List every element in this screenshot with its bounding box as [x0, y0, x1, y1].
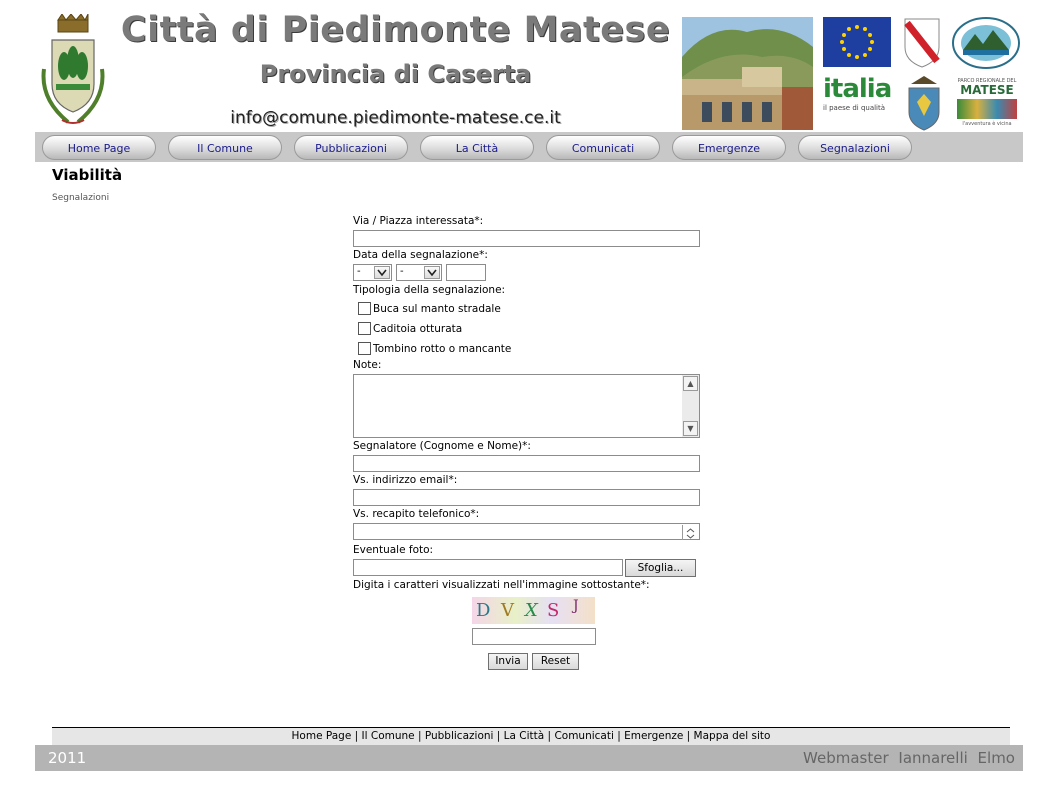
chevron-down-icon — [424, 266, 440, 279]
type-checkbox-tombino[interactable] — [358, 342, 371, 355]
contact-email[interactable]: info@comune.piedimonte-matese.ce.it — [113, 108, 678, 128]
phone-label: Vs. recapito telefonico*: — [353, 508, 480, 520]
site-title: Città di Piedimonte Matese — [120, 10, 671, 50]
site-header: Città di Piedimonte Matese Provincia di … — [35, 10, 1023, 132]
nav-segnalazioni[interactable]: Segnalazioni — [798, 135, 912, 160]
footer-nav: Home Page | Il Comune | Pubblicazioni | … — [52, 728, 1010, 745]
captcha-image: D V X S J — [472, 597, 595, 624]
photo-label: Eventuale foto: — [353, 544, 434, 556]
submit-button[interactable]: Invia — [488, 653, 528, 670]
nav-pubblicazioni[interactable]: Pubblicazioni — [294, 135, 408, 160]
email-input[interactable] — [353, 489, 700, 506]
day-select[interactable]: - — [353, 264, 392, 281]
comunita-montana-icon — [952, 17, 1020, 69]
captcha-label: Digita i caratteri visualizzati nell'imm… — [353, 579, 650, 591]
street-label: Via / Piazza interessata*: — [353, 215, 484, 227]
captcha-char: X — [525, 600, 538, 621]
captcha-input[interactable] — [472, 628, 596, 645]
nav-il-comune[interactable]: Il Comune — [168, 135, 282, 160]
phone-spinner[interactable] — [682, 525, 698, 540]
type-label-tombino: Tombino rotto o mancante — [373, 343, 512, 355]
year-input[interactable] — [446, 264, 486, 281]
footer-link-mappa-del-sito[interactable]: Mappa del sito — [694, 730, 771, 742]
chevron-down-icon — [374, 266, 390, 279]
scroll-down-icon[interactable]: ▼ — [683, 421, 698, 436]
scroll-up-icon[interactable]: ▲ — [683, 376, 698, 391]
reset-button[interactable]: Reset — [532, 653, 579, 670]
date-label: Data della segnalazione*: — [353, 249, 488, 261]
page-title: Viabilità — [52, 166, 123, 184]
notes-textarea[interactable]: ▲ ▼ — [353, 374, 700, 438]
captcha-char: D — [476, 600, 491, 621]
notes-scrollbar[interactable]: ▲ ▼ — [682, 375, 699, 437]
type-label-caditoia: Caditoia otturata — [373, 323, 463, 335]
notes-label: Note: — [353, 359, 382, 371]
main-nav: Home Page Il Comune Pubblicazioni La Cit… — [35, 132, 1023, 162]
month-select[interactable]: - — [396, 264, 442, 281]
footer-link-pubblicazioni[interactable]: Pubblicazioni — [425, 730, 494, 742]
reporter-label: Segnalatore (Cognome e Nome)*: — [353, 440, 531, 452]
footer-bar: 2011 Webmaster Iannarelli Elmo — [35, 745, 1023, 771]
type-checkbox-buca[interactable] — [358, 302, 371, 315]
captcha-char: S — [547, 600, 560, 621]
type-label: Tipologia della segnalazione: — [353, 284, 506, 296]
site-subtitle: Provincia di Caserta — [259, 60, 532, 88]
browse-button[interactable]: Sfoglia... — [625, 559, 696, 577]
footer-link-la-citta[interactable]: La Città — [504, 730, 545, 742]
town-photo — [682, 17, 813, 130]
captcha-char: J — [573, 598, 579, 614]
captcha-char: V — [501, 600, 514, 621]
nav-home-page[interactable]: Home Page — [42, 135, 156, 160]
photo-file-input[interactable] — [353, 559, 623, 576]
eu-flag-icon — [823, 17, 891, 67]
footer-year: 2011 — [48, 749, 87, 767]
footer-credit: Webmaster Iannarelli Elmo — [803, 749, 1015, 767]
provincia-caserta-icon — [908, 76, 940, 131]
reporter-input[interactable] — [353, 455, 700, 472]
type-label-buca: Buca sul manto stradale — [373, 303, 501, 315]
footer-link-home-page[interactable]: Home Page — [292, 730, 352, 742]
type-checkbox-caditoia[interactable] — [358, 322, 371, 335]
parco-matese-logo: PARCO REGIONALE DEL MATESE l'avventura è… — [957, 78, 1017, 127]
email-label: Vs. indirizzo email*: — [353, 474, 458, 486]
campania-region-icon — [904, 18, 940, 68]
nav-la-citta[interactable]: La Città — [420, 135, 534, 160]
coat-of-arms-icon — [41, 14, 105, 124]
footer-link-il-comune[interactable]: Il Comune — [362, 730, 415, 742]
nav-comunicati[interactable]: Comunicati — [546, 135, 660, 160]
breadcrumb: Segnalazioni — [52, 193, 110, 203]
footer-link-comunicati[interactable]: Comunicati — [554, 730, 613, 742]
month-value: - — [400, 266, 404, 277]
day-value: - — [357, 266, 361, 277]
phone-input[interactable] — [353, 523, 700, 540]
street-input[interactable] — [353, 230, 700, 247]
nav-emergenze[interactable]: Emergenze — [672, 135, 786, 160]
italia-logo: italia il paese di qualità — [823, 74, 892, 112]
footer-link-emergenze[interactable]: Emergenze — [624, 730, 683, 742]
